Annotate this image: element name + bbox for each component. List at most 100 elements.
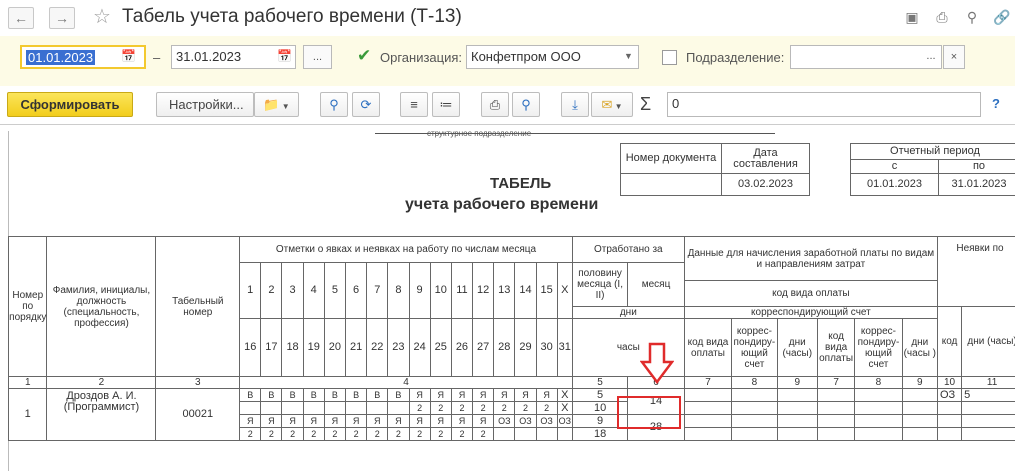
mark-cell: Я	[324, 415, 345, 428]
sum-field[interactable]: 0	[667, 92, 981, 117]
filter-panel: 01.01.2023 📅 – 31.01.2023 📅 ... ✔ Органи…	[0, 36, 1015, 86]
day-cell: 16	[240, 319, 261, 377]
mark-cell: ОЗ	[536, 415, 557, 428]
day-cell: 13	[494, 263, 515, 319]
day-cell: 26	[451, 319, 472, 377]
expand-groups-button[interactable]: ≡	[400, 92, 428, 117]
timesheet-table: Номер по порядку Фамилия, инициалы, долж…	[8, 236, 1015, 441]
save-file-button[interactable]: ⤓	[561, 92, 589, 117]
link-icon[interactable]: 🔗	[993, 8, 1011, 26]
command-bar: Сформировать Настройки... 📁 ▼ ⚲ ⟳ ≡ ≔ ⎙ …	[0, 86, 1015, 124]
send-email-button[interactable]: ✉ ▼	[591, 92, 633, 117]
help-icon[interactable]: ?	[992, 96, 1000, 111]
day-cell: 24	[409, 319, 430, 377]
document-info-table: Номер документа Дата составления 03.02.2…	[620, 143, 810, 196]
colnum-cell: 7	[817, 377, 854, 389]
save-icon[interactable]: ▣	[903, 8, 921, 26]
chevron-down-icon: ▼	[280, 102, 290, 111]
report-sheet: структурное подразделение Номер документ…	[0, 124, 1015, 470]
hour-cell: 2	[409, 402, 430, 415]
day-cell: 12	[473, 263, 494, 319]
hour-cell	[240, 402, 261, 415]
mark-cell: В	[303, 389, 324, 402]
day-cell: 21	[346, 319, 367, 377]
hour-cell: 2	[303, 428, 324, 441]
mark-cell: В	[324, 389, 345, 402]
find-button[interactable]: ⚲	[320, 92, 348, 117]
hour-cell: 2	[451, 402, 472, 415]
preview-button[interactable]: ⚲	[512, 92, 540, 117]
day-cell: 5	[324, 263, 345, 319]
print-icon[interactable]: ⎙	[933, 8, 951, 26]
period-to-label: по	[939, 160, 1015, 174]
absence-days: 5	[962, 389, 1015, 402]
day-cell: 27	[473, 319, 494, 377]
employee-num: 1	[9, 389, 47, 441]
calendar-icon[interactable]: 📅	[277, 49, 292, 63]
chevron-down-icon[interactable]: ▼	[624, 51, 633, 61]
col-code-header: код	[937, 307, 961, 377]
calendar-icon[interactable]: 📅	[121, 49, 136, 63]
period-from-label: с	[851, 160, 939, 174]
hour-cell: X	[557, 402, 572, 415]
day-cell: 14	[515, 263, 536, 319]
col-name-header: Фамилия, инициалы, должность (специально…	[47, 237, 156, 377]
forward-button[interactable]: →	[49, 7, 75, 29]
variants-button[interactable]: 📁 ▼	[254, 92, 299, 117]
half2-hours: 18	[572, 428, 627, 441]
doc-date-header: Дата составления	[722, 144, 810, 174]
search-preview-icon[interactable]: ⚲	[963, 8, 981, 26]
collapse-groups-button[interactable]: ≔	[432, 92, 460, 117]
organization-field[interactable]: Конфетпром ООО	[466, 45, 639, 69]
divider	[375, 133, 775, 134]
clear-button[interactable]: ×	[943, 45, 965, 69]
page-title: Табель учета рабочего времени (Т-13)	[122, 6, 462, 28]
colnum-cell: 5	[572, 377, 627, 389]
mark-cell: В	[282, 389, 303, 402]
print-button[interactable]: ⎙	[481, 92, 509, 117]
col-tab-header: Табельный номер	[156, 237, 240, 377]
colnum-cell: 11	[962, 377, 1015, 389]
back-button[interactable]: ←	[8, 7, 34, 29]
hour-cell: 2	[324, 428, 345, 441]
period-header: Отчетный период	[851, 144, 1015, 160]
hour-cell: 2	[473, 428, 494, 441]
day-cell: 25	[430, 319, 451, 377]
report-subheading: учета рабочего времени	[405, 196, 598, 214]
col-dayshours3-header: дни (часы)	[962, 307, 1015, 377]
favorite-star-icon[interactable]: ☆	[93, 4, 111, 29]
settings-button[interactable]: Настройки...	[156, 92, 254, 117]
colnum-cell: 7	[684, 377, 731, 389]
folder-icon: 📁	[263, 97, 279, 112]
absence-code: ОЗ	[937, 389, 961, 402]
mark-cell: Я	[451, 415, 472, 428]
subdivision-checkbox[interactable]	[662, 50, 677, 65]
arrow-left-icon: ←	[14, 10, 28, 26]
hour-cell	[557, 428, 572, 441]
hour-cell: 2	[494, 402, 515, 415]
doc-number-header: Номер документа	[621, 144, 722, 174]
preview-icon: ⚲	[521, 97, 531, 112]
day-cell: 11	[451, 263, 472, 319]
organization-checkbox[interactable]: ✔	[357, 49, 372, 64]
hour-cell	[494, 428, 515, 441]
mark-cell: Я	[367, 415, 388, 428]
subdivision-select-button[interactable]: ...	[920, 45, 942, 69]
day-cell: 17	[261, 319, 282, 377]
colnum-cell: 9	[777, 377, 817, 389]
colnum-cell: 8	[855, 377, 902, 389]
mark-cell: Я	[346, 415, 367, 428]
find-next-button[interactable]: ⟳	[352, 92, 380, 117]
period-table: Отчетный период с по 01.01.2023 31.01.20…	[850, 143, 1015, 196]
mark-cell: Я	[282, 415, 303, 428]
mark-cell: В	[261, 389, 282, 402]
colnum-cell: 10	[937, 377, 961, 389]
period-select-button[interactable]: ...	[303, 45, 332, 69]
hour-cell: 2	[367, 428, 388, 441]
day-cell: 6	[346, 263, 367, 319]
mark-cell: Я	[515, 389, 536, 402]
generate-button[interactable]: Сформировать	[7, 92, 133, 117]
subdivision-label: Подразделение:	[686, 50, 784, 65]
period-to-value: 31.01.2023	[939, 174, 1015, 196]
day-cell: 10	[430, 263, 451, 319]
